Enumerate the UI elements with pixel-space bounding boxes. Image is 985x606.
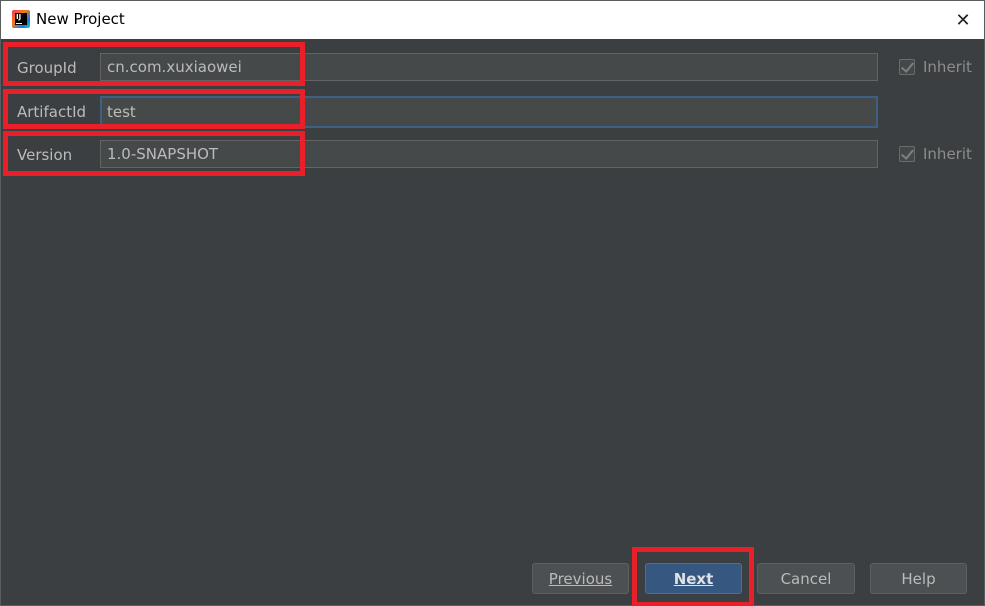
artifact-id-input[interactable]: test [100, 96, 878, 128]
group-id-inherit-checkbox[interactable]: Inherit [899, 58, 972, 76]
close-button[interactable]: ✕ [948, 5, 978, 35]
group-id-inherit-label: Inherit [923, 58, 972, 76]
new-project-dialog: IJ New Project ✕ GroupId cn.com.xuxiaowe… [0, 0, 985, 606]
cancel-button-label: Cancel [780, 569, 832, 588]
intellij-idea-icon: IJ [12, 10, 30, 28]
previous-button[interactable]: Previous [532, 563, 629, 594]
checkbox[interactable] [899, 59, 915, 75]
previous-button-label: Previous [548, 569, 613, 588]
group-id-input[interactable]: cn.com.xuxiaowei [100, 53, 878, 81]
checkbox[interactable] [899, 146, 915, 162]
group-id-label: GroupId [17, 59, 77, 77]
dialog-content: GroupId cn.com.xuxiaowei Inherit Artifac… [1, 39, 984, 606]
version-inherit-label: Inherit [923, 145, 972, 163]
version-label: Version [17, 146, 73, 164]
help-button[interactable]: Help [870, 563, 967, 594]
checkmark-icon [900, 59, 915, 73]
close-icon: ✕ [955, 9, 971, 31]
artifact-id-row: ArtifactId test [1, 96, 984, 128]
version-inherit-checkbox[interactable]: Inherit [899, 145, 972, 163]
group-id-row: GroupId cn.com.xuxiaowei Inherit [1, 53, 984, 83]
help-button-label: Help [901, 569, 936, 588]
version-row: Version 1.0-SNAPSHOT Inherit [1, 140, 984, 170]
version-input[interactable]: 1.0-SNAPSHOT [100, 140, 878, 168]
next-button[interactable]: Next [645, 563, 742, 594]
window-title: New Project [36, 10, 125, 28]
cancel-button[interactable]: Cancel [757, 563, 855, 594]
title-bar: IJ New Project ✕ [1, 1, 984, 39]
artifact-id-label: ArtifactId [17, 103, 87, 121]
checkmark-icon [900, 146, 915, 160]
next-button-label: Next [673, 569, 714, 588]
